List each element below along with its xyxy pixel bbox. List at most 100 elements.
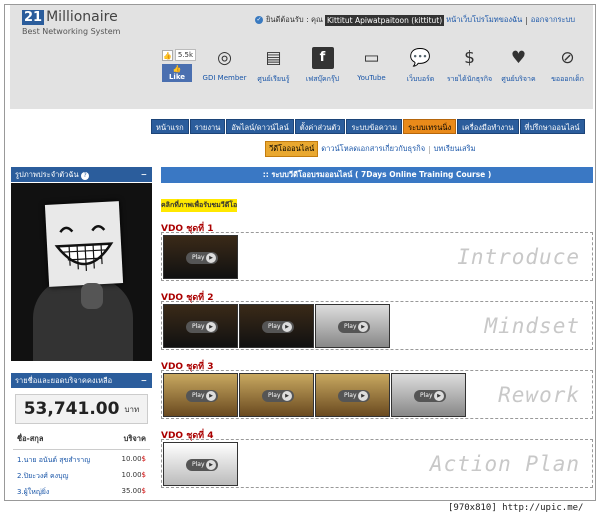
subnav-video-online[interactable]: วีดีโอออนไลน์ bbox=[265, 141, 319, 157]
play-button[interactable]: Play bbox=[338, 389, 370, 402]
amount-value: 10.00 bbox=[121, 455, 142, 463]
video-set-label: Introduce bbox=[457, 244, 580, 269]
nav-tab-3[interactable]: ตั้งค่าส่วนตัว bbox=[294, 119, 346, 134]
facebook-icon: f bbox=[311, 47, 334, 69]
toolbar-button-5[interactable]: $ รายได้นักธุรกิจ bbox=[445, 47, 494, 85]
amount-currency: $ bbox=[141, 455, 146, 463]
photo-paper-face bbox=[44, 201, 124, 287]
no-entry-icon: ⊘ bbox=[560, 48, 575, 68]
amount-value: 10.00 bbox=[121, 471, 142, 479]
donation-amount: 35.00$ bbox=[121, 487, 146, 498]
subnav-download-docs[interactable]: ดาวน์โหลดเอกสารเกี่ยวกับธุรกิจ bbox=[321, 143, 425, 155]
video-thumbnail[interactable]: Play bbox=[315, 303, 390, 348]
donor-name[interactable]: 1.นาย อนันต์ สุขสำราญ bbox=[17, 455, 90, 466]
user-name: Kittitut Apiwatpaitoon (kittitut) bbox=[324, 14, 445, 26]
video-set-label: Rework bbox=[498, 382, 580, 407]
training-title: :: ระบบวีดีโออบรมออนไลน์ ( 7Days Online … bbox=[161, 167, 593, 183]
separator: | bbox=[525, 15, 528, 25]
help-icon[interactable]: ? bbox=[81, 172, 90, 180]
video-set: VDO ชุดที่ 4 Play Action Plan bbox=[161, 428, 593, 488]
video-set: VDO ชุดที่ 3 Play Play Play Play Rework bbox=[161, 359, 593, 419]
nav-tab-5[interactable]: ระบบเทรนนิ่ง bbox=[403, 119, 457, 134]
donor-name[interactable]: 3.ผู้ใหญ่ยิ่ง bbox=[17, 487, 49, 498]
toolbar-button-0[interactable]: ◎ GDI Member bbox=[200, 47, 249, 85]
icon-toolbar: ◎ GDI Member ▤ ศูนย์เรียนรู้ f เฟสบุ๊คกรุ๊ป ▭ Y… bbox=[200, 47, 592, 85]
video-set-box: Play Action Plan bbox=[161, 439, 593, 488]
toolbar-button-3[interactable]: ▭ YouTube bbox=[347, 47, 396, 85]
nav-tab-4[interactable]: ระบบข้อความ bbox=[346, 119, 403, 134]
toolbar-label: ศูนย์บริจาค bbox=[501, 75, 536, 83]
video-set-box: Play Introduce bbox=[161, 232, 593, 281]
toolbar-button-7[interactable]: ⊘ ขอออกเด็ก bbox=[543, 47, 592, 85]
video-set-box: Play Play Play Play Rework bbox=[161, 370, 593, 419]
donation-panel-title: รายชื่อและยอดบริจาคคงเหลือ bbox=[15, 376, 113, 385]
video-thumbnail[interactable]: Play bbox=[163, 441, 238, 486]
globe-icon: ◎ bbox=[217, 48, 232, 68]
donation-amount: 10.00$ bbox=[121, 471, 146, 482]
profile-panel-header: รูปภาพประจำตัวฉัน ? − bbox=[11, 167, 152, 182]
video-thumbnail[interactable]: Play bbox=[163, 372, 238, 417]
like-widget: 👍 5.5k 👍 Like bbox=[162, 49, 196, 82]
profile-panel-title: รูปภาพประจำตัวฉัน bbox=[15, 170, 79, 179]
minimize-button[interactable]: − bbox=[141, 373, 147, 388]
play-button[interactable]: Play bbox=[262, 389, 294, 402]
nav-tab-7[interactable]: ที่ปรึกษาออนไลน์ bbox=[519, 119, 585, 134]
profile-photo bbox=[11, 183, 152, 361]
toolbar-label: เฟสบุ๊คกรุ๊ป bbox=[305, 75, 340, 83]
play-button[interactable]: Play bbox=[262, 320, 294, 333]
video-thumbnail[interactable]: Play bbox=[239, 303, 314, 348]
play-button[interactable]: Play bbox=[338, 320, 370, 333]
donor-name[interactable]: 2.ปิยะวงศ์ คงบุญ bbox=[17, 471, 69, 482]
donation-row: 1.นาย อนันต์ สุขสำราญ 10.00$ bbox=[11, 450, 152, 466]
video-sets: VDO ชุดที่ 1PlayIntroduceVDO ชุดที่ 2Pla… bbox=[161, 221, 593, 488]
welcome-text: ยินดีต้อนรับ : คุณ bbox=[266, 15, 323, 24]
toolbar-label: YouTube bbox=[357, 74, 386, 82]
balance-box: 53,741.00 บาท bbox=[15, 394, 148, 424]
thumbs-up-icon: 👍 bbox=[162, 49, 173, 61]
video-set-title: VDO ชุดที่ 3 bbox=[161, 362, 214, 372]
play-button[interactable]: Play bbox=[186, 389, 218, 402]
photo-hand bbox=[81, 283, 103, 309]
video-set-title: VDO ชุดที่ 2 bbox=[161, 293, 214, 303]
balance-currency: บาท bbox=[124, 404, 140, 414]
donation-panel: รายชื่อและยอดบริจาคคงเหลือ − 53,741.00 บ… bbox=[11, 373, 152, 498]
col-amount: บริจาค bbox=[123, 434, 146, 443]
cabinet-icon: ▤ bbox=[265, 48, 282, 68]
video-thumbnail[interactable]: Play bbox=[391, 372, 466, 417]
play-button[interactable]: Play bbox=[414, 389, 446, 402]
subnav-extra-lessons[interactable]: บทเรียนเสริม bbox=[434, 143, 476, 155]
nav-tab-6[interactable]: เครื่องมือทำงาน bbox=[457, 119, 519, 134]
amount-value: 35.00 bbox=[121, 487, 142, 495]
nav-tab-1[interactable]: รายงาน bbox=[189, 119, 226, 134]
my-page-link[interactable]: หน้าเว็บโปรโมทของฉัน bbox=[446, 14, 522, 26]
toolbar-button-2[interactable]: f เฟสบุ๊คกรุ๊ป bbox=[298, 47, 347, 85]
donation-row: 2.ปิยะวงศ์ คงบุญ 10.00$ bbox=[11, 466, 152, 482]
toolbar-button-6[interactable]: ♥ ศูนย์บริจาค bbox=[494, 47, 543, 85]
like-button[interactable]: 👍 Like bbox=[162, 64, 192, 82]
logo[interactable]: 21 Millionaire bbox=[22, 9, 118, 25]
video-thumbnail[interactable]: Play bbox=[239, 372, 314, 417]
video-thumbnail[interactable]: Play bbox=[315, 372, 390, 417]
logo-subtitle: Best Networking System bbox=[22, 27, 121, 36]
minimize-button[interactable]: − bbox=[141, 167, 147, 182]
toolbar-label: GDI Member bbox=[202, 74, 247, 82]
toolbar-button-1[interactable]: ▤ ศูนย์เรียนรู้ bbox=[249, 47, 298, 85]
video-thumbnail[interactable]: Play bbox=[163, 303, 238, 348]
amount-currency: $ bbox=[141, 487, 146, 495]
balance-amount: 53,741.00 bbox=[23, 399, 120, 419]
logo-number: 21 bbox=[22, 9, 45, 25]
nav-tab-0[interactable]: หน้าแรก bbox=[151, 119, 189, 134]
heart-icon: ♥ bbox=[510, 48, 527, 68]
nav-tab-2[interactable]: อัพไลน์/ดาวน์ไลน์ bbox=[226, 119, 294, 134]
header: 21 Millionaire Best Networking System ✓ … bbox=[10, 5, 593, 157]
play-button[interactable]: Play bbox=[186, 458, 218, 471]
logout-link[interactable]: ออกจากระบบ bbox=[531, 14, 575, 26]
play-button[interactable]: Play bbox=[186, 251, 218, 264]
play-button[interactable]: Play bbox=[186, 320, 218, 333]
video-thumbnail[interactable]: Play bbox=[163, 234, 238, 279]
click-note: คลิกที่ภาพเพื่อรับชมวีดีโอ bbox=[161, 199, 238, 212]
sub-nav: วีดีโอออนไลน์ ดาวน์โหลดเอกสารเกี่ยวกับธุ… bbox=[265, 141, 476, 157]
toolbar-button-4[interactable]: 💬 เว็บบอร์ด bbox=[396, 47, 445, 85]
donation-panel-header: รายชื่อและยอดบริจาคคงเหลือ − bbox=[11, 373, 152, 388]
toolbar-label: รายได้นักธุรกิจ bbox=[446, 75, 493, 83]
